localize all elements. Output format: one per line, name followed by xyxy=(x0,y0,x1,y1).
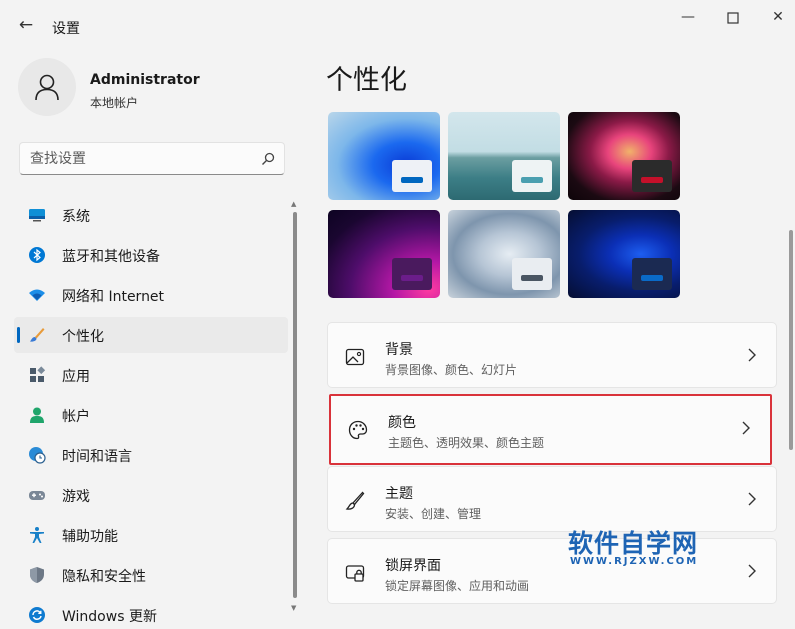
setting-colors[interactable]: 颜色 主题色、透明效果、颜色主题 xyxy=(329,394,772,465)
update-icon xyxy=(29,607,45,623)
globe-clock-icon xyxy=(29,447,46,464)
theme-preview-window xyxy=(392,258,432,290)
sidebar-item-label: 辅助功能 xyxy=(62,529,118,545)
sidebar-item-label: 个性化 xyxy=(62,329,104,345)
accessibility-icon xyxy=(30,527,44,543)
setting-title: 锁屏界面 xyxy=(385,558,441,574)
close-button[interactable]: ✕ xyxy=(763,6,793,30)
theme-dark-bloom-purple[interactable] xyxy=(328,210,440,298)
sidebar-item-time-language[interactable]: 时间和语言 xyxy=(14,437,288,473)
sidebar-item-label: 时间和语言 xyxy=(62,449,132,465)
user-icon xyxy=(35,74,59,101)
setting-subtitle: 安装、创建、管理 xyxy=(385,507,482,521)
sidebar-item-label: 网络和 Internet xyxy=(62,289,165,305)
sidebar-item-network[interactable]: 网络和 Internet xyxy=(14,277,288,313)
minimize-button[interactable]: — xyxy=(673,6,703,30)
maximize-icon xyxy=(727,12,739,24)
watermark: 软件自学网 WWW.RJZXW.COM xyxy=(568,524,718,568)
sidebar-nav: 系统 蓝牙和其他设备 网络和 Internet 个性化 应用 帐户 时间和语言 … xyxy=(14,197,288,629)
chevron-right-icon xyxy=(748,492,756,506)
theme-flow[interactable] xyxy=(448,210,560,298)
sidebar-scrollbar[interactable]: ▲ ▼ xyxy=(290,200,300,620)
close-icon: ✕ xyxy=(772,9,784,25)
setting-subtitle: 主题色、透明效果、颜色主题 xyxy=(388,436,545,450)
sidebar-item-privacy[interactable]: 隐私和安全性 xyxy=(14,557,288,593)
sidebar-item-gaming[interactable]: 游戏 xyxy=(14,477,288,513)
minimize-icon: — xyxy=(681,9,695,25)
back-button[interactable]: ← xyxy=(14,14,38,38)
sidebar-item-label: 隐私和安全性 xyxy=(62,569,146,585)
theme-glow[interactable] xyxy=(448,112,560,200)
account-icon xyxy=(30,407,44,423)
page-title: 个性化 xyxy=(326,65,407,96)
setting-themes[interactable]: 主题 安装、创建、管理 xyxy=(327,466,777,532)
watermark-url: WWW.RJZXW.COM xyxy=(570,556,699,567)
watermark-text: 软件自学网 xyxy=(568,529,699,558)
theme-gallery xyxy=(328,112,680,300)
apps-icon xyxy=(30,366,46,382)
sidebar-item-personalization[interactable]: 个性化 xyxy=(14,317,288,353)
sidebar-item-windows-update[interactable]: Windows 更新 xyxy=(14,597,288,629)
shield-icon xyxy=(30,567,44,583)
sidebar-item-system[interactable]: 系统 xyxy=(14,197,288,233)
theme-captured-motion[interactable] xyxy=(568,112,680,200)
sidebar-item-label: 蓝牙和其他设备 xyxy=(62,249,160,265)
maximize-button[interactable] xyxy=(718,6,748,30)
theme-dark-bloom[interactable] xyxy=(568,210,680,298)
image-icon xyxy=(345,348,365,366)
setting-subtitle: 锁定屏幕图像、应用和动画 xyxy=(385,579,530,593)
sidebar-item-label: 应用 xyxy=(62,369,90,385)
avatar xyxy=(18,58,76,116)
scroll-up-icon[interactable]: ▲ xyxy=(291,200,296,208)
setting-subtitle: 背景图像、颜色、幻灯片 xyxy=(385,363,518,377)
main-scrollbar-thumb[interactable] xyxy=(789,230,793,450)
search-icon[interactable] xyxy=(260,151,276,167)
account-type: 本地帐户 xyxy=(90,96,139,110)
theme-light-bloom[interactable] xyxy=(328,112,440,200)
theme-preview-window xyxy=(632,258,672,290)
sidebar-item-label: 游戏 xyxy=(62,489,90,505)
sidebar-item-label: 系统 xyxy=(62,209,90,225)
setting-background[interactable]: 背景 背景图像、颜色、幻灯片 xyxy=(327,322,777,388)
wifi-icon xyxy=(29,289,45,301)
sidebar-item-apps[interactable]: 应用 xyxy=(14,357,288,393)
sidebar-item-accessibility[interactable]: 辅助功能 xyxy=(14,517,288,553)
gamepad-icon xyxy=(29,491,45,500)
arrow-left-icon: ← xyxy=(18,15,34,35)
theme-preview-window xyxy=(512,258,552,290)
chevron-right-icon xyxy=(748,564,756,578)
system-icon xyxy=(29,209,45,222)
setting-title: 主题 xyxy=(385,486,413,502)
lock-screen-icon xyxy=(345,565,365,582)
search-input[interactable] xyxy=(30,148,250,170)
scrollbar-thumb[interactable] xyxy=(293,212,297,598)
bluetooth-icon xyxy=(29,247,45,263)
sidebar-item-accounts[interactable]: 帐户 xyxy=(14,397,288,433)
sidebar-item-label: 帐户 xyxy=(62,409,90,425)
palette-icon xyxy=(348,420,368,440)
window-title: 设置 xyxy=(52,21,80,37)
theme-preview-window xyxy=(512,160,552,192)
setting-title: 颜色 xyxy=(388,415,416,431)
theme-preview-window xyxy=(392,160,432,192)
sidebar-item-bluetooth[interactable]: 蓝牙和其他设备 xyxy=(14,237,288,273)
chevron-right-icon xyxy=(748,348,756,362)
chevron-right-icon xyxy=(742,421,750,435)
sidebar-item-label: Windows 更新 xyxy=(62,609,157,625)
theme-preview-window xyxy=(632,160,672,192)
scroll-down-icon[interactable]: ▼ xyxy=(291,604,296,612)
search-box[interactable] xyxy=(19,142,285,175)
user-name: Administrator xyxy=(90,72,200,88)
brush-icon xyxy=(345,491,365,510)
title-bar: ← 设置 — ✕ xyxy=(0,0,795,52)
setting-title: 背景 xyxy=(385,342,413,358)
brush-icon xyxy=(30,328,45,342)
